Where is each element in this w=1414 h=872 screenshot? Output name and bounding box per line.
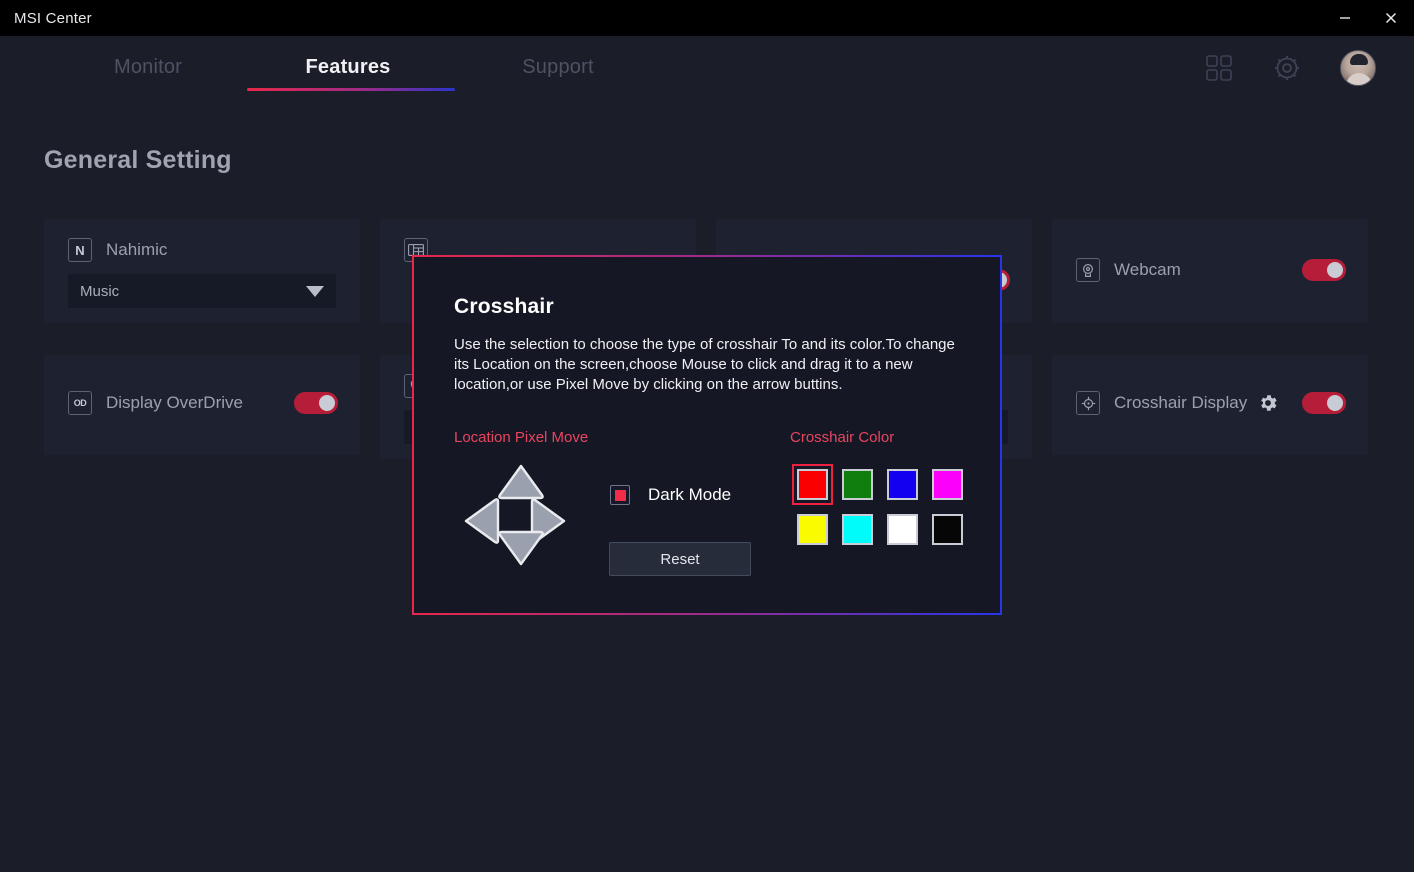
color-swatch-cyan[interactable] xyxy=(835,507,880,552)
tab-support[interactable]: Support xyxy=(496,56,620,79)
color-swatch-yellow[interactable] xyxy=(790,507,835,552)
card-display-overdrive-label: Display OverDrive xyxy=(106,393,243,412)
arrow-down-button[interactable] xyxy=(496,530,546,568)
reset-button-label: Reset xyxy=(660,550,700,568)
dark-mode-row[interactable]: Dark Mode xyxy=(610,485,731,505)
close-button[interactable] xyxy=(1368,0,1414,36)
location-pixel-move-label: Location Pixel Move xyxy=(454,429,589,446)
reset-button[interactable]: Reset xyxy=(609,542,751,576)
page-title: General Setting xyxy=(44,146,232,174)
nav-icon-group xyxy=(1204,50,1376,86)
color-swatch-red[interactable] xyxy=(790,462,835,507)
card-webcam: Webcam xyxy=(1052,219,1368,323)
card-crosshair-display-label: Crosshair Display xyxy=(1114,393,1248,412)
color-swatch-black-chip xyxy=(932,514,963,545)
color-swatch-black[interactable] xyxy=(925,507,970,552)
display-overdrive-toggle[interactable] xyxy=(294,392,338,414)
tab-features-label: Features xyxy=(305,56,391,78)
apps-grid-icon[interactable] xyxy=(1204,53,1234,83)
app-title: MSI Center xyxy=(14,9,92,27)
tab-monitor-label: Monitor xyxy=(113,56,183,78)
arrow-up-button[interactable] xyxy=(496,462,546,500)
nahimic-icon: N xyxy=(68,238,92,262)
tab-support-label: Support xyxy=(522,56,594,78)
gear-icon[interactable] xyxy=(1272,53,1302,83)
pixel-move-dpad xyxy=(462,462,580,580)
avatar[interactable] xyxy=(1340,50,1376,86)
top-nav: Monitor Features Support xyxy=(0,36,1414,114)
color-swatch-white-chip xyxy=(887,514,918,545)
webcam-toggle[interactable] xyxy=(1302,259,1346,281)
tab-features[interactable]: Features xyxy=(286,56,410,79)
checkbox-checked-fill xyxy=(614,489,626,501)
color-swatch-magenta[interactable] xyxy=(925,462,970,507)
nahimic-profile-select[interactable]: Music xyxy=(68,274,336,308)
card-crosshair-display: Crosshair Display xyxy=(1052,355,1368,455)
card-webcam-row: Webcam xyxy=(1076,258,1346,282)
title-bar: MSI Center xyxy=(0,0,1414,36)
webcam-icon xyxy=(1076,258,1100,282)
card-display-overdrive-row: OD Display OverDrive xyxy=(68,391,338,415)
color-swatch-yellow-chip xyxy=(797,514,828,545)
card-display-overdrive: OD Display OverDrive xyxy=(44,355,360,455)
color-swatch-green[interactable] xyxy=(835,462,880,507)
color-swatch-green-chip xyxy=(842,469,873,500)
card-nahimic-header: N Nahimic xyxy=(68,238,338,262)
window-controls xyxy=(1322,0,1414,36)
card-webcam-label: Webcam xyxy=(1114,260,1181,279)
arrow-left-button[interactable] xyxy=(462,496,500,546)
color-swatch-blue-chip xyxy=(887,469,918,500)
crosshair-dialog-body: Crosshair Use the selection to choose th… xyxy=(414,257,1000,613)
color-swatch-blue[interactable] xyxy=(880,462,925,507)
card-nahimic: N Nahimic Music xyxy=(44,219,360,323)
color-swatch-red-chip xyxy=(797,469,828,500)
card-nahimic-label: Nahimic xyxy=(106,240,168,259)
crosshair-settings-gear-icon[interactable] xyxy=(1257,392,1279,414)
dark-mode-checkbox[interactable] xyxy=(610,485,630,505)
chevron-down-icon xyxy=(306,285,324,297)
display-overdrive-icon: OD xyxy=(68,391,92,415)
crosshair-icon xyxy=(1076,391,1100,415)
nahimic-profile-value: Music xyxy=(80,282,120,300)
crosshair-display-toggle[interactable] xyxy=(1301,392,1346,414)
crosshair-color-label: Crosshair Color xyxy=(790,429,895,446)
card-crosshair-display-row: Crosshair Display xyxy=(1076,391,1346,415)
color-swatch-magenta-chip xyxy=(932,469,963,500)
active-tab-underline xyxy=(247,88,455,91)
dialog-title: Crosshair xyxy=(454,295,554,318)
color-swatch-white[interactable] xyxy=(880,507,925,552)
color-swatch-cyan-chip xyxy=(842,514,873,545)
dialog-description: Use the selection to choose the type of … xyxy=(454,336,955,393)
crosshair-color-swatches xyxy=(790,462,970,552)
crosshair-dialog: Crosshair Use the selection to choose th… xyxy=(412,255,1002,615)
tab-monitor[interactable]: Monitor xyxy=(86,56,210,79)
dark-mode-label: Dark Mode xyxy=(648,485,732,504)
color-swatch-selected-ring xyxy=(792,464,833,505)
minimize-button[interactable] xyxy=(1322,0,1368,36)
